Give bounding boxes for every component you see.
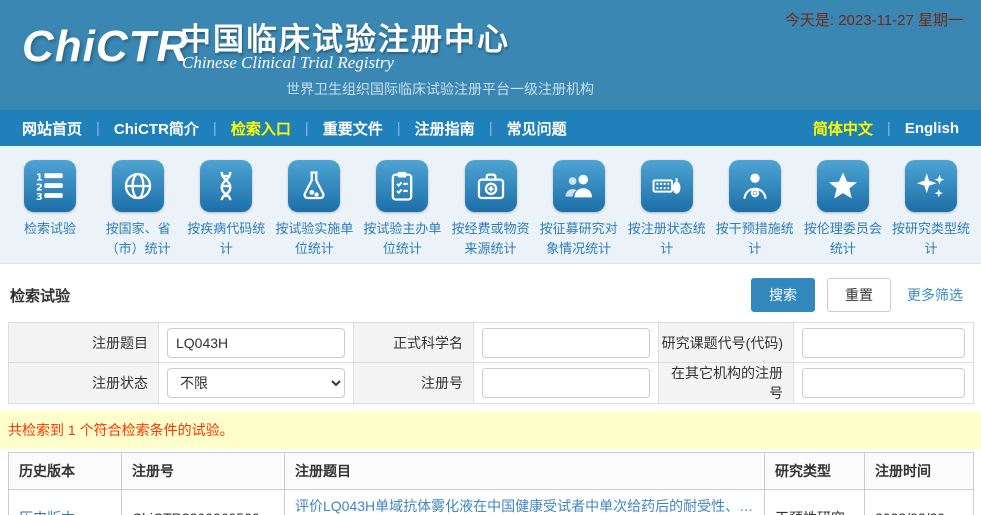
reg-status-label: 注册状态 bbox=[9, 363, 159, 404]
results-header-row: 历史版本 注册号 注册题目 研究类型 注册时间 bbox=[9, 453, 974, 490]
result-count-message: 共检索到 1 个符合检索条件的试验。 bbox=[0, 411, 981, 449]
doctor-icon bbox=[729, 160, 781, 212]
icon-label: 按注册状态统计 bbox=[623, 219, 711, 259]
lang-english[interactable]: English bbox=[905, 120, 959, 137]
nav-separator: | bbox=[96, 120, 100, 137]
menu-stats-by-registration-status[interactable]: 按注册状态统计 bbox=[623, 160, 711, 263]
registration-number: ChiCTR2300069500 bbox=[122, 490, 285, 515]
lang-simplified-chinese[interactable]: 简体中文 bbox=[813, 118, 873, 139]
reg-title-input[interactable] bbox=[167, 328, 345, 358]
study-code-label: 研究课题代号(代码) bbox=[659, 323, 794, 363]
menu-stats-by-ethics-committee[interactable]: 按伦理委员会统计 bbox=[799, 160, 887, 263]
icon-label: 按经费或物资来源统计 bbox=[446, 219, 534, 259]
menu-stats-by-implementing-unit[interactable]: 按试验实施单位统计 bbox=[270, 160, 358, 263]
more-filters-link[interactable]: 更多筛选 bbox=[907, 285, 963, 305]
icon-label: 按干预措施统计 bbox=[711, 219, 799, 259]
other-reg-label: 在其它机构的注册号 bbox=[659, 363, 794, 404]
star-icon bbox=[817, 160, 869, 212]
nav-separator: | bbox=[213, 120, 217, 137]
menu-stats-by-funding-source[interactable]: 按经费或物资来源统计 bbox=[446, 160, 534, 263]
registration-date-value: 2023/03/20 bbox=[865, 490, 974, 515]
study-code-input[interactable] bbox=[802, 328, 965, 358]
nav-item-faq[interactable]: 常见问题 bbox=[507, 118, 567, 139]
world-map-icon bbox=[112, 160, 164, 212]
medical-kit-icon bbox=[465, 160, 517, 212]
nav-item-about[interactable]: ChiCTR简介 bbox=[114, 118, 199, 139]
header: ChiCTR 中国临床试验注册中心 Chinese Clinical Trial… bbox=[0, 0, 981, 110]
col-registration-date: 注册时间 bbox=[865, 453, 974, 490]
study-type-value: 干预性研究 bbox=[765, 490, 865, 515]
statistics-icon-menu: 123 检索试验 按国家、省（市）统计 按疾病代码统计 bbox=[0, 146, 981, 264]
scientific-name-input[interactable] bbox=[482, 328, 650, 358]
menu-stats-by-intervention[interactable]: 按干预措施统计 bbox=[711, 160, 799, 263]
nav-separator: | bbox=[887, 120, 891, 137]
icon-label: 按试验主办单位统计 bbox=[358, 219, 446, 259]
menu-stats-by-country[interactable]: 按国家、省（市）统计 bbox=[94, 160, 182, 263]
nav-item-search-entry[interactable]: 检索入口 bbox=[231, 118, 291, 139]
site-title-en: Chinese Clinical Trial Registry bbox=[182, 53, 394, 73]
icon-label: 按试验实施单位统计 bbox=[270, 219, 358, 259]
nav-item-guide[interactable]: 注册指南 bbox=[415, 118, 475, 139]
table-row: 历史版本 ChiCTR2300069500 评价LQ043H单域抗体雾化液在中国… bbox=[9, 490, 974, 515]
reg-title-label: 注册题目 bbox=[9, 323, 159, 363]
icon-label: 按疾病代码统计 bbox=[182, 219, 270, 259]
menu-stats-by-study-type[interactable]: 按研究类型统计 bbox=[887, 160, 975, 263]
other-reg-input[interactable] bbox=[802, 368, 965, 398]
menu-stats-by-disease-code[interactable]: 按疾病代码统计 bbox=[182, 160, 270, 263]
sparkles-icon bbox=[905, 160, 957, 212]
col-study-type: 研究类型 bbox=[765, 453, 865, 490]
icon-label: 按征募研究对象情况统计 bbox=[535, 219, 623, 259]
icon-label: 按研究类型统计 bbox=[887, 219, 975, 259]
col-registration-number: 注册号 bbox=[122, 453, 285, 490]
reg-number-label: 注册号 bbox=[354, 363, 474, 404]
nav-item-documents[interactable]: 重要文件 bbox=[323, 118, 383, 139]
keyboard-mouse-icon bbox=[641, 160, 693, 212]
results-table: 历史版本 注册号 注册题目 研究类型 注册时间 历史版本 ChiCTR23000… bbox=[8, 452, 974, 515]
history-version-link[interactable]: 历史版本 bbox=[19, 510, 75, 515]
site-subtitle: 世界卫生组织国际临床试验注册平台一级注册机构 bbox=[286, 79, 594, 99]
search-section-header: 检索试验 搜索 重置 更多筛选 bbox=[0, 264, 981, 322]
col-history-version: 历史版本 bbox=[9, 453, 122, 490]
people-icon bbox=[553, 160, 605, 212]
main-nav: 网站首页 | ChiCTR简介 | 检索入口 | 重要文件 | 注册指南 | 常… bbox=[0, 110, 981, 146]
menu-stats-by-recruitment[interactable]: 按征募研究对象情况统计 bbox=[535, 160, 623, 263]
numbered-list-icon: 123 bbox=[24, 160, 76, 212]
menu-stats-by-sponsor-unit[interactable]: 按试验主办单位统计 bbox=[358, 160, 446, 263]
reg-status-select[interactable]: 不限 bbox=[167, 368, 345, 398]
clipboard-icon bbox=[376, 160, 428, 212]
trial-title-link[interactable]: 评价LQ043H单域抗体雾化液在中国健康受试者中单次给药后的耐受性、安全性、… bbox=[295, 496, 754, 515]
nav-separator: | bbox=[489, 120, 493, 137]
search-button[interactable]: 搜索 bbox=[751, 278, 815, 312]
dna-icon bbox=[200, 160, 252, 212]
col-registration-title: 注册题目 bbox=[285, 453, 765, 490]
svg-text:3: 3 bbox=[36, 192, 43, 203]
current-date: 今天是: 2023-11-27 星期一 bbox=[785, 9, 963, 30]
nav-separator: | bbox=[305, 120, 309, 137]
menu-search-trials[interactable]: 123 检索试验 bbox=[6, 160, 94, 263]
flask-icon bbox=[288, 160, 340, 212]
nav-item-home[interactable]: 网站首页 bbox=[22, 118, 82, 139]
icon-label: 检索试验 bbox=[24, 219, 76, 239]
search-form: 注册题目 正式科学名 研究课题代号(代码) 注册状态 不限 注册号 在其它机构的… bbox=[8, 322, 974, 404]
reset-button[interactable]: 重置 bbox=[827, 278, 891, 312]
chictr-logo[interactable]: ChiCTR bbox=[22, 22, 189, 72]
icon-label: 按国家、省（市）统计 bbox=[94, 219, 182, 259]
nav-separator: | bbox=[397, 120, 401, 137]
page-title: 检索试验 bbox=[10, 285, 70, 306]
scientific-name-label: 正式科学名 bbox=[354, 323, 474, 363]
icon-label: 按伦理委员会统计 bbox=[799, 219, 887, 259]
reg-number-input[interactable] bbox=[482, 368, 650, 398]
